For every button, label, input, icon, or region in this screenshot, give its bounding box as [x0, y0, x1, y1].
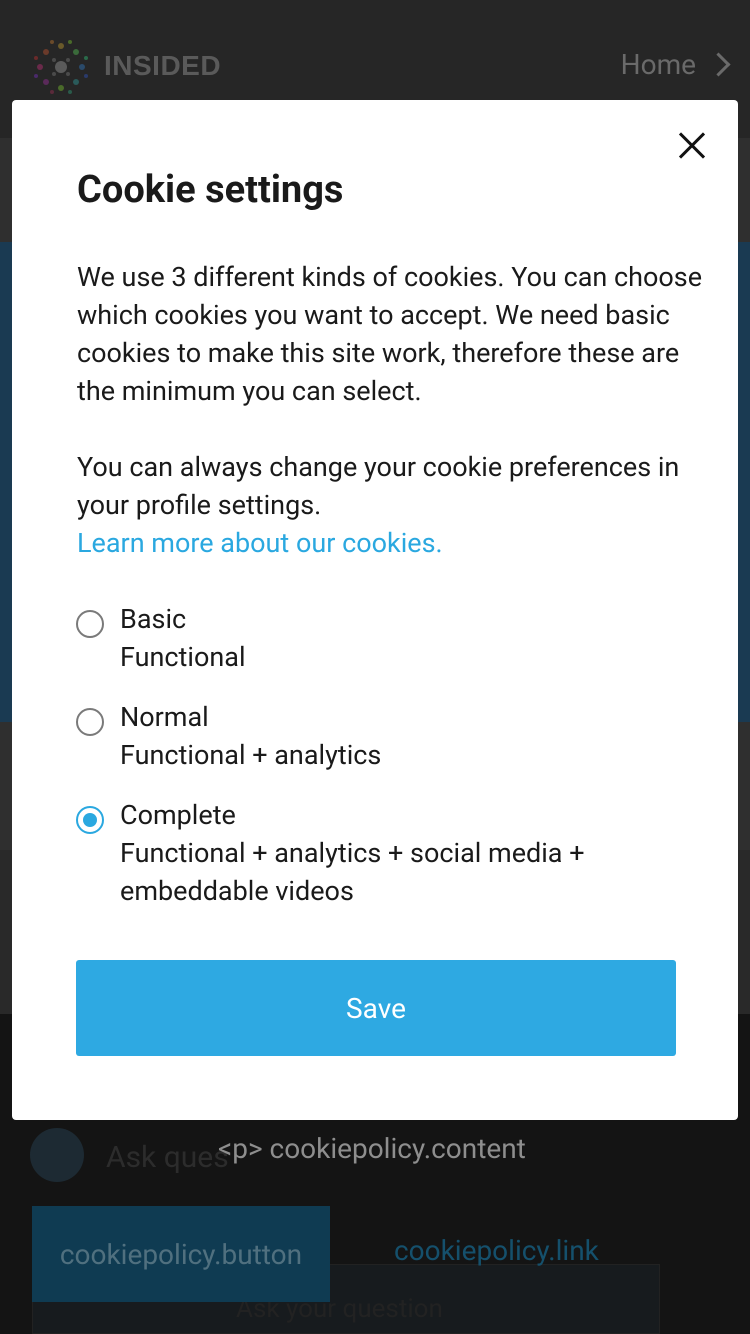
option-description: Functional + analytics [120, 739, 382, 771]
save-button[interactable]: Save [76, 960, 676, 1056]
cookie-settings-dialog: Cookie settings We use 3 different kinds… [12, 100, 738, 1120]
option-label: Normal [120, 701, 209, 733]
cookiepolicy-button: cookiepolicy.button [32, 1206, 330, 1302]
nav-home-link[interactable]: Home [621, 48, 724, 81]
avatar [30, 1128, 84, 1182]
brand-logo-icon [34, 40, 88, 94]
cookie-option-basic[interactable]: Basic Functional [76, 600, 676, 680]
option-description: Functional [120, 641, 246, 673]
cookiepolicy-link: cookiepolicy.link [394, 1234, 599, 1267]
radio-complete[interactable] [76, 806, 104, 834]
cookie-option-complete[interactable]: Complete Functional + analytics + social… [76, 796, 676, 914]
ask-question-text: Ask ques [106, 1140, 229, 1175]
nav-home-label: Home [620, 48, 696, 81]
radio-normal[interactable] [76, 708, 104, 736]
radio-basic[interactable] [76, 610, 104, 638]
brand-name: INSIDED [104, 50, 222, 81]
dialog-title: Cookie settings [77, 168, 344, 212]
cookie-option-normal[interactable]: Normal Functional + analytics [76, 698, 676, 778]
close-icon[interactable] [672, 126, 712, 166]
option-label: Basic [120, 603, 187, 635]
cookiepolicy-content-text: <p> cookiepolicy.content [218, 1132, 526, 1165]
dialog-description-preferences: You can always change your cookie prefer… [77, 451, 680, 521]
learn-more-link[interactable]: Learn more about our cookies. [77, 524, 443, 562]
option-label: Complete [120, 799, 236, 831]
option-description: Functional + analytics + social media + … [120, 837, 585, 907]
chevron-right-icon [710, 53, 724, 77]
dialog-description: We use 3 different kinds of cookies. You… [77, 261, 703, 407]
